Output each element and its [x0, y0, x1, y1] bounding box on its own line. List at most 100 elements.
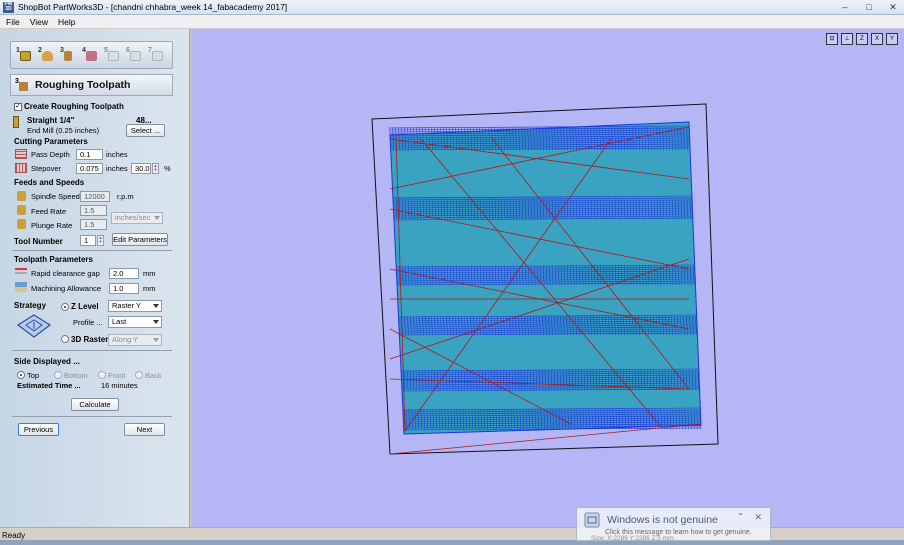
- 3d-raster-radio[interactable]: [61, 335, 69, 343]
- select-tool-button[interactable]: Select ...: [126, 124, 165, 137]
- strategy-diagram-icon: [16, 314, 52, 338]
- z-level-pattern-select[interactable]: Raster Y: [108, 300, 162, 312]
- profile-select[interactable]: Last: [108, 316, 162, 328]
- tool-number-spinner[interactable]: ▲ ▼: [97, 235, 104, 246]
- stepover-percent-spinner[interactable]: ▲ ▼: [152, 163, 159, 174]
- menu-help[interactable]: Help: [58, 17, 75, 27]
- title-bar: PW 3D ShopBot PartWorks3D - [chandni chh…: [0, 0, 904, 15]
- tool-number-input[interactable]: 1: [80, 235, 96, 246]
- stepover-unit: inches: [106, 164, 128, 173]
- maximize-button[interactable]: □: [862, 2, 876, 12]
- tool-description: End Mill (0.25 inches): [27, 126, 100, 135]
- side-top-radio[interactable]: [17, 371, 25, 379]
- tool-number-label: Tool Number: [14, 237, 63, 246]
- percent-sign: %: [164, 164, 171, 173]
- create-roughing-label: Create Roughing Toolpath: [24, 102, 124, 111]
- 3d-viewport[interactable]: ⊡ ⊥ Z X Y: [191, 29, 904, 527]
- side-bottom-label: Bottom: [64, 371, 88, 380]
- side-back-radio[interactable]: [135, 371, 143, 379]
- stepover-input[interactable]: 0.075: [76, 163, 103, 174]
- close-button[interactable]: ✕: [886, 2, 900, 12]
- create-roughing-checkbox[interactable]: ✓: [14, 103, 22, 111]
- notice-close-icon[interactable]: ✕: [754, 512, 762, 523]
- divider: [12, 250, 172, 251]
- window-controls: – □ ✕: [838, 2, 900, 12]
- spindle-unit: r.p.m: [117, 192, 134, 201]
- roughing-step-icon: 3: [15, 78, 29, 92]
- 3d-raster-label: 3D Raster: [71, 335, 109, 344]
- menu-bar: File View Help: [0, 15, 904, 29]
- spindle-icon: [17, 191, 26, 201]
- rapid-clearance-input[interactable]: 2.0: [109, 268, 139, 279]
- strategy-label: Strategy: [14, 301, 47, 310]
- step-5-cutout-icon[interactable]: 5: [104, 47, 120, 63]
- next-button[interactable]: Next: [124, 423, 165, 436]
- side-top-label: Top: [27, 371, 40, 380]
- step-1-material-icon[interactable]: 1: [16, 47, 32, 63]
- window-title: ShopBot PartWorks3D - [chandni chhabra_w…: [18, 2, 288, 12]
- machining-allowance-label: Machining Allowance: [31, 284, 102, 293]
- z-level-radio[interactable]: [61, 303, 69, 311]
- machining-allowance-unit: mm: [143, 284, 156, 293]
- tool-name: Straight 1/4": [27, 116, 75, 125]
- previous-button[interactable]: Previous: [18, 423, 59, 436]
- pass-depth-icon: [15, 149, 27, 159]
- feeds-speeds-header: Feeds and Speeds: [14, 178, 85, 187]
- feed-rate-label: Feed Rate: [31, 207, 67, 216]
- notice-options-icon[interactable]: ⌃: [737, 512, 744, 521]
- rapid-clearance-unit: mm: [143, 269, 156, 278]
- step-7-save-icon[interactable]: 7: [148, 47, 164, 63]
- windows-shield-icon: [584, 512, 600, 528]
- side-front-label: Front: [108, 371, 126, 380]
- end-mill-icon: [13, 116, 19, 128]
- status-text: Ready: [2, 531, 26, 540]
- menu-view[interactable]: View: [30, 17, 48, 27]
- side-displayed-header: Side Displayed ...: [14, 357, 80, 366]
- divider: [12, 416, 172, 417]
- feed-rate-input[interactable]: 1.5: [80, 205, 107, 216]
- machining-allowance-input[interactable]: 1.0: [109, 283, 139, 294]
- section-title: Roughing Toolpath: [35, 79, 131, 91]
- pass-depth-input[interactable]: 0.1: [76, 149, 103, 160]
- toolpath-steps-strip: 1 2 3 4 5 6 7: [10, 41, 173, 69]
- step-4-finishing-icon[interactable]: 4: [82, 47, 98, 63]
- step-6-preview-icon[interactable]: 6: [126, 47, 142, 63]
- rapid-clearance-label: Rapid clearance gap: [31, 269, 100, 278]
- 3d-raster-direction-select[interactable]: Along Y: [108, 334, 162, 346]
- stepover-icon: [15, 163, 27, 173]
- roughing-toolpath-header: 3 Roughing Toolpath: [10, 74, 173, 96]
- edit-parameters-button[interactable]: Edit Parameters: [112, 233, 168, 246]
- model-size-readout: Size: X:2286 Y:2286 Z:5 mm: [591, 535, 674, 542]
- z-level-label: Z Level: [71, 302, 99, 311]
- step-2-origin-icon[interactable]: 2: [38, 47, 54, 63]
- machining-allowance-icon: [15, 282, 27, 292]
- side-back-label: Back: [145, 371, 162, 380]
- feed-rate-icon: [17, 205, 26, 215]
- step-3-roughing-icon[interactable]: 3: [60, 47, 76, 63]
- cutting-parameters-header: Cutting Parameters: [14, 137, 88, 146]
- estimated-time-value: 16 minutes: [101, 381, 138, 390]
- side-front-radio[interactable]: [98, 371, 106, 379]
- windows-genuine-notice[interactable]: Windows is not genuine ⌃ ✕ Click this me…: [576, 507, 771, 542]
- divider: [12, 350, 172, 351]
- minimize-button[interactable]: –: [838, 2, 852, 12]
- toolpath-panel: 1 2 3 4 5 6 7 3 Roughing Toolpath ✓ Crea…: [0, 29, 190, 527]
- plunge-rate-label: Plunge Rate: [31, 221, 73, 230]
- menu-file[interactable]: File: [6, 17, 20, 27]
- calculate-button[interactable]: Calculate: [71, 398, 119, 411]
- side-bottom-radio[interactable]: [54, 371, 62, 379]
- stepover-percent-input[interactable]: 30.0: [131, 163, 151, 174]
- rapid-clearance-icon: [15, 268, 27, 278]
- plunge-rate-input[interactable]: 1.5: [80, 219, 107, 230]
- spindle-speed-input[interactable]: 12000: [80, 191, 110, 202]
- pass-depth-unit: inches: [106, 150, 128, 159]
- toolpath-preview[interactable]: [191, 29, 904, 527]
- plunge-rate-icon: [17, 219, 26, 229]
- stepover-label: Stepover: [31, 164, 62, 173]
- estimated-time-label: Estimated Time ...: [17, 381, 81, 390]
- toolpath-parameters-header: Toolpath Parameters: [14, 255, 93, 264]
- pass-depth-label: Pass Depth: [31, 150, 70, 159]
- rate-unit-select[interactable]: inches/sec: [111, 212, 163, 224]
- spindle-speed-label: Spindle Speed: [31, 192, 80, 201]
- profile-label: Profile ...: [73, 318, 103, 327]
